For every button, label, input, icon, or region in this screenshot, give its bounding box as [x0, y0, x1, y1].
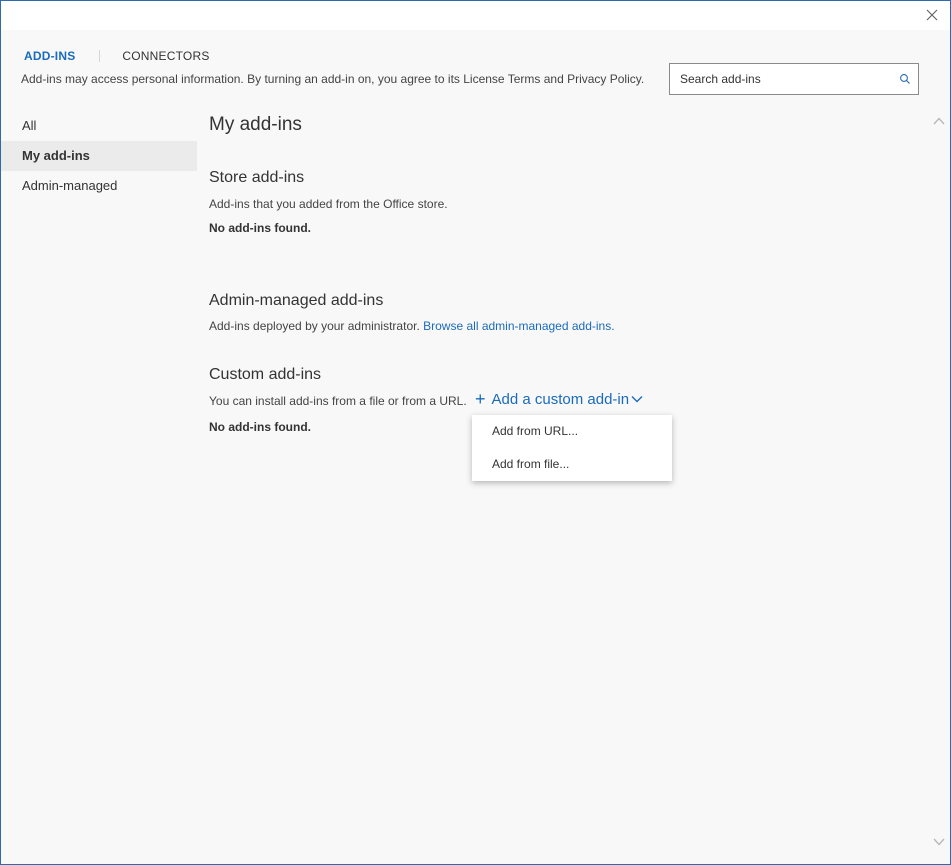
store-empty-message: No add-ins found.: [209, 221, 311, 235]
sidebar-item-admin-managed[interactable]: Admin-managed: [1, 171, 197, 201]
close-button[interactable]: [922, 5, 942, 25]
browse-admin-managed-link[interactable]: Browse all admin-managed add-ins.: [423, 319, 614, 333]
search-box: [669, 63, 919, 95]
add-custom-add-in-label: Add a custom add-in: [491, 390, 630, 408]
add-from-file-menu-item[interactable]: Add from file...: [472, 448, 672, 481]
tab-add-ins[interactable]: ADD-INS: [24, 49, 75, 63]
admin-section-title: Admin-managed add-ins: [209, 292, 384, 309]
store-section-description: Add-ins that you added from the Office s…: [209, 197, 448, 211]
admin-section-description: Add-ins deployed by your administrator. …: [209, 319, 615, 333]
plus-icon: +: [475, 389, 486, 409]
store-section-title: Store add-ins: [209, 169, 305, 186]
add-custom-dropdown-menu: Add from URL... Add from file...: [472, 415, 672, 481]
license-notice: Add-ins may access personal information.…: [21, 72, 645, 86]
add-custom-add-in-button[interactable]: + Add a custom add-in: [475, 390, 643, 408]
close-icon: [926, 9, 938, 21]
tab-bar: ADD-INS CONNECTORS: [24, 49, 210, 63]
search-input[interactable]: [670, 64, 890, 94]
addins-dialog: ADD-INS CONNECTORS Add-ins may access pe…: [0, 0, 951, 865]
sidebar: All My add-ins Admin-managed: [1, 111, 197, 201]
chevron-down-icon: [631, 395, 643, 403]
custom-section-description: You can install add-ins from a file or f…: [209, 394, 467, 408]
custom-empty-message: No add-ins found.: [209, 420, 311, 434]
scroll-down-arrow-icon[interactable]: [933, 837, 945, 847]
tab-divider: [99, 50, 101, 62]
custom-section-title: Custom add-ins: [209, 366, 322, 383]
search-icon[interactable]: [899, 73, 911, 85]
add-from-url-menu-item[interactable]: Add from URL...: [472, 415, 672, 448]
page-title: My add-ins: [209, 114, 302, 135]
scroll-up-arrow-icon[interactable]: [933, 116, 945, 126]
tab-connectors[interactable]: CONNECTORS: [122, 49, 209, 63]
sidebar-item-my-add-ins[interactable]: My add-ins: [1, 141, 197, 171]
title-bar: [1, 1, 950, 30]
sidebar-item-all[interactable]: All: [1, 111, 197, 141]
admin-description-text: Add-ins deployed by your administrator.: [209, 319, 420, 333]
